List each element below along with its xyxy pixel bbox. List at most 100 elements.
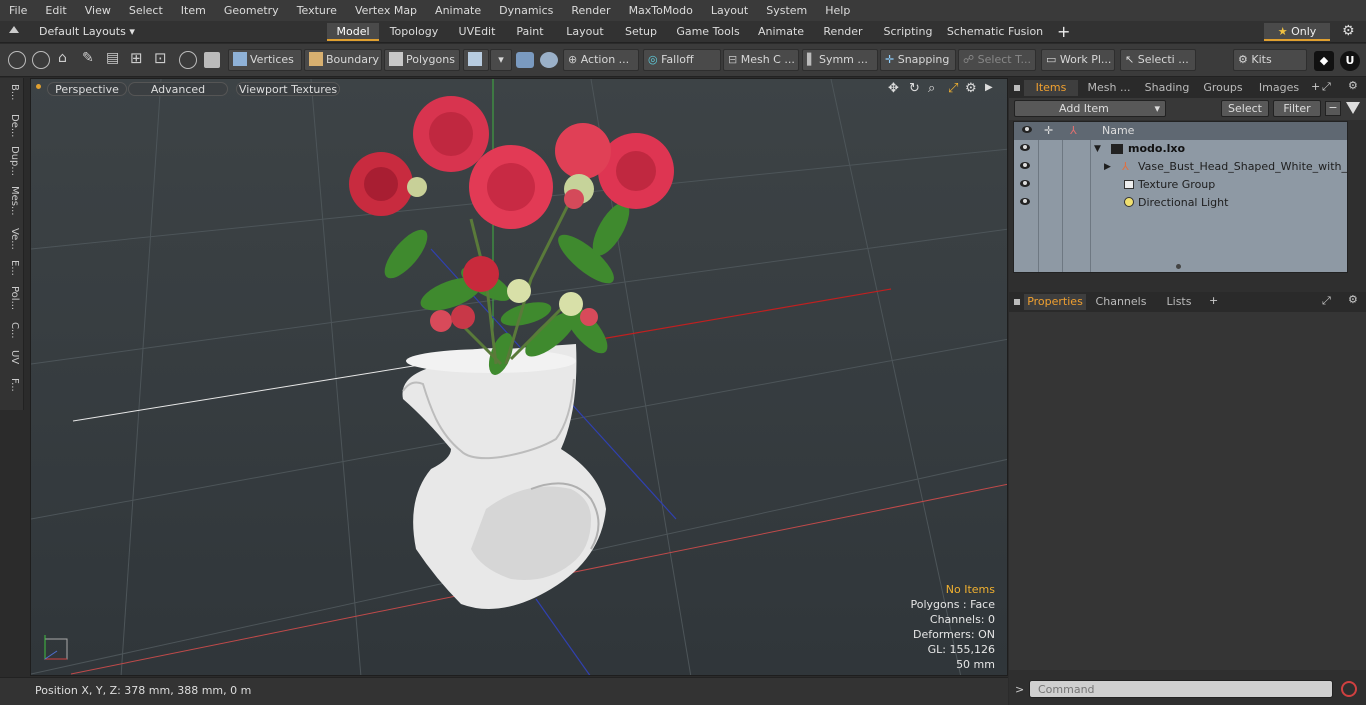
panel-settings-icon[interactable]: ⚙ <box>1348 79 1358 92</box>
layout-menu-icon[interactable] <box>9 26 19 33</box>
default-layouts-dropdown[interactable]: Default Layouts ▾ <box>39 25 135 38</box>
tab-uvedit[interactable]: UVEdit <box>450 23 504 41</box>
menu-edit[interactable]: Edit <box>36 4 75 17</box>
menu-file[interactable]: File <box>0 4 36 17</box>
eye-icon[interactable] <box>1020 198 1030 205</box>
boundary-button[interactable]: Boundary <box>304 49 382 71</box>
globe-icon[interactable] <box>32 51 50 69</box>
tree-row-mesh[interactable]: ▶ ⅄ Vase_Bust_Head_Shaped_White_with_ ..… <box>1014 158 1348 176</box>
menu-item[interactable]: Item <box>172 4 215 17</box>
viewport-settings-icon[interactable]: ⚙ <box>965 81 977 96</box>
advanced-button[interactable]: Advanced <box>128 82 228 96</box>
material-button[interactable] <box>463 49 489 71</box>
action-button[interactable]: ⊕ Action ... <box>563 49 639 71</box>
selection-sets-button[interactable]: ↖ Selecti ... <box>1120 49 1196 71</box>
tab-animate[interactable]: Animate <box>752 23 810 41</box>
left-tab-vertex[interactable]: Ve... <box>4 228 20 250</box>
rotate-icon[interactable]: ↻ <box>909 81 920 96</box>
menu-render[interactable]: Render <box>562 4 619 17</box>
menu-texture[interactable]: Texture <box>288 4 346 17</box>
viewport-textures-button[interactable]: Viewport Textures <box>236 82 340 96</box>
tree-row-directional-light[interactable]: Directional Light <box>1014 194 1346 212</box>
properties-panel-menu-icon[interactable] <box>1014 299 1020 305</box>
material-dropdown[interactable]: ▾ <box>490 49 512 71</box>
align-icon[interactable]: ▤ <box>106 50 119 66</box>
tab-paint[interactable]: Paint <box>509 23 551 41</box>
element-icon[interactable]: ⊡ <box>154 49 167 67</box>
left-tab-duplicate[interactable]: Dup... <box>4 146 20 176</box>
center-icon[interactable]: ⊞ <box>130 49 143 67</box>
tab-topology[interactable]: Topology <box>383 23 445 41</box>
tab-layout[interactable]: Layout <box>556 23 614 41</box>
snapping-button[interactable]: ✛ Snapping <box>880 49 956 71</box>
kits-button[interactable]: ⚙ Kits <box>1233 49 1307 71</box>
tree-row-texture-group[interactable]: Texture Group <box>1014 176 1346 194</box>
tab-setup[interactable]: Setup <box>619 23 663 41</box>
eye-icon[interactable] <box>1020 144 1030 151</box>
tab-images[interactable]: Images <box>1253 80 1305 96</box>
eye-icon[interactable] <box>1020 162 1030 169</box>
name-column-header[interactable]: Name <box>1102 122 1134 140</box>
tree-row-scene[interactable]: ▼ modo.lxo <box>1014 140 1346 158</box>
tab-schematic-fusion[interactable]: Schematic Fusion <box>945 23 1045 41</box>
brush-icon[interactable]: ✎ <box>82 50 94 66</box>
tab-scripting[interactable]: Scripting <box>876 23 940 41</box>
falloff-button[interactable]: ◎ Falloff <box>643 49 721 71</box>
left-tab-basic[interactable]: B... <box>4 84 20 100</box>
left-tab-uv[interactable]: UV <box>4 350 20 364</box>
menu-dynamics[interactable]: Dynamics <box>490 4 562 17</box>
left-tab-edge[interactable]: E... <box>4 260 20 276</box>
tab-render[interactable]: Render <box>815 23 871 41</box>
tab-items[interactable]: Items <box>1024 80 1078 96</box>
filter-button[interactable]: Filter <box>1273 100 1321 117</box>
select-through-button[interactable]: ☍ Select T... <box>958 49 1036 71</box>
menu-animate[interactable]: Animate <box>426 4 490 17</box>
pan-icon[interactable]: ✥ <box>888 81 899 96</box>
add-item-button[interactable]: Add Item ▾ <box>1014 100 1166 117</box>
viewport-expand-icon[interactable]: ▶ <box>985 82 993 93</box>
menu-maxtomodo[interactable]: MaxToModo <box>620 4 702 17</box>
tab-groups[interactable]: Groups <box>1197 80 1249 96</box>
soccer-icon[interactable] <box>540 52 558 68</box>
pen-icon[interactable]: ⌂ <box>58 50 67 66</box>
expand-arrow-icon[interactable]: ▶ <box>1104 158 1111 176</box>
command-input[interactable] <box>1029 680 1333 698</box>
unreal-icon[interactable]: U <box>1340 51 1360 71</box>
select-button[interactable]: Select <box>1221 100 1269 117</box>
add-panel-tab-icon[interactable]: + <box>1311 80 1320 93</box>
maximize-icon[interactable]: ⤢ <box>948 81 958 96</box>
properties-maximize-icon[interactable]: ⤢ <box>1322 294 1331 308</box>
tab-properties[interactable]: Properties <box>1024 294 1086 310</box>
tab-channels[interactable]: Channels <box>1091 294 1151 310</box>
tab-game-tools[interactable]: Game Tools <box>668 23 748 41</box>
perspective-button[interactable]: Perspective <box>47 82 127 96</box>
unity-icon[interactable]: ◆ <box>1314 51 1334 71</box>
left-tab-polygon[interactable]: Pol... <box>4 286 20 310</box>
left-tab-curve[interactable]: C... <box>4 322 20 339</box>
tab-model[interactable]: Model <box>327 23 379 41</box>
add-properties-tab-icon[interactable]: + <box>1209 294 1218 307</box>
menu-help[interactable]: Help <box>816 4 859 17</box>
tab-lists[interactable]: Lists <box>1155 294 1203 310</box>
left-tab-fusion[interactable]: F... <box>4 378 20 392</box>
funnel-icon[interactable] <box>1346 102 1360 114</box>
select-mode-icon[interactable] <box>8 51 26 69</box>
shield-icon[interactable] <box>516 52 534 68</box>
properties-settings-icon[interactable]: ⚙ <box>1348 293 1358 306</box>
tab-mesh[interactable]: Mesh ... <box>1081 80 1137 96</box>
menu-view[interactable]: View <box>76 4 120 17</box>
mesh-constraint-button[interactable]: ⊟ Mesh C ... <box>723 49 799 71</box>
eye-icon[interactable] <box>1020 180 1030 187</box>
menu-layout[interactable]: Layout <box>702 4 757 17</box>
left-tab-mesh-edit[interactable]: Mes... <box>4 186 20 216</box>
symmetry-button[interactable]: ▌ Symm ... <box>802 49 878 71</box>
tree-resize-handle-icon[interactable] <box>1176 264 1181 269</box>
expand-arrow-icon[interactable]: ▼ <box>1094 140 1101 158</box>
menu-geometry[interactable]: Geometry <box>215 4 288 17</box>
menu-vertex-map[interactable]: Vertex Map <box>346 4 426 17</box>
item-mode-icon[interactable] <box>204 52 220 68</box>
left-tab-deform[interactable]: De... <box>4 114 20 137</box>
items-panel-menu-icon[interactable] <box>1014 85 1020 91</box>
vertices-button[interactable]: Vertices <box>228 49 302 71</box>
work-plane-button[interactable]: ▭ Work Pl... <box>1041 49 1115 71</box>
